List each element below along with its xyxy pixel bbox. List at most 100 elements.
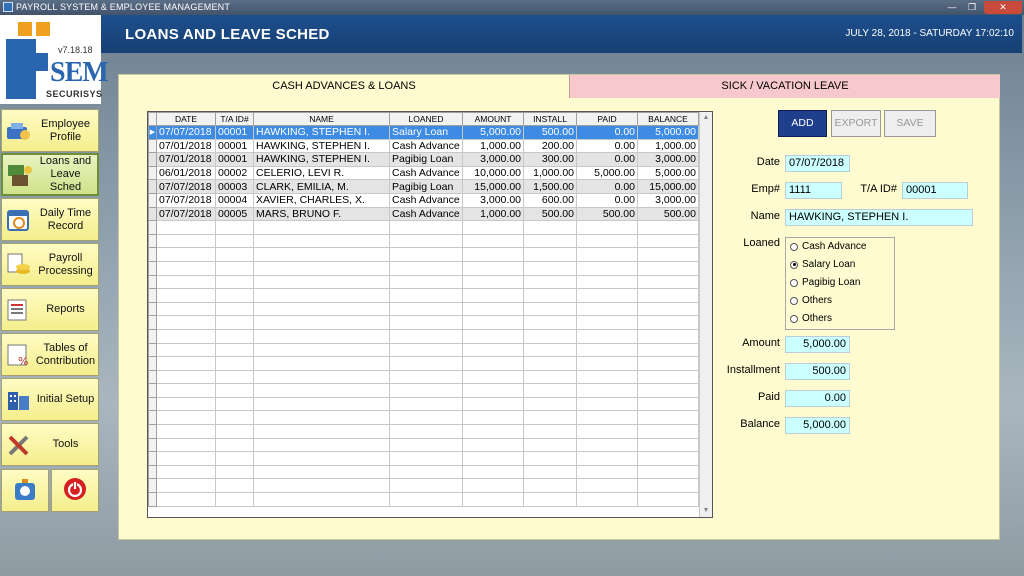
row-header[interactable]	[148, 369, 157, 385]
table-cell[interactable]	[156, 478, 216, 494]
grid-scrollbar[interactable]: ▲ ▼	[699, 112, 712, 517]
table-cell[interactable]	[462, 492, 524, 507]
row-header[interactable]	[148, 220, 157, 235]
table-cell[interactable]	[389, 220, 463, 235]
table-cell[interactable]	[576, 410, 638, 426]
table-cell[interactable]	[462, 396, 524, 412]
table-cell[interactable]: 00004	[215, 192, 254, 208]
balance-field[interactable]: 5,000.00	[785, 417, 850, 434]
table-row[interactable]	[148, 288, 699, 303]
table-cell[interactable]	[215, 492, 254, 507]
table-cell[interactable]	[253, 492, 390, 507]
table-cell[interactable]	[215, 328, 254, 344]
radio-salary-loan[interactable]: Salary Loan	[790, 259, 855, 270]
table-cell[interactable]	[637, 451, 699, 466]
table-cell[interactable]	[389, 247, 463, 262]
table-row[interactable]	[148, 301, 699, 317]
table-cell[interactable]	[389, 437, 463, 453]
table-cell[interactable]: 07/01/2018	[156, 152, 216, 167]
table-cell[interactable]	[637, 424, 699, 439]
table-cell[interactable]	[462, 464, 524, 480]
table-cell[interactable]: 1,000.00	[523, 165, 577, 181]
table-cell[interactable]	[462, 478, 524, 494]
table-cell[interactable]	[523, 437, 577, 453]
table-cell[interactable]	[389, 478, 463, 494]
table-cell[interactable]	[576, 424, 638, 439]
table-cell[interactable]	[462, 260, 524, 276]
table-cell[interactable]	[156, 424, 216, 439]
column-header[interactable]: T/A ID#	[215, 112, 254, 126]
table-cell[interactable]	[389, 424, 463, 439]
table-cell[interactable]	[637, 478, 699, 494]
table-cell[interactable]	[215, 260, 254, 276]
table-cell[interactable]: 15,000.00	[462, 179, 524, 194]
row-header[interactable]	[148, 301, 157, 317]
export-button[interactable]: EXPORT	[831, 110, 881, 137]
tab-cash-advances-loans[interactable]: CASH ADVANCES & LOANS	[119, 75, 569, 98]
table-cell[interactable]	[523, 342, 577, 358]
maximize-button[interactable]: ❐	[962, 1, 982, 14]
table-cell[interactable]	[215, 220, 254, 235]
table-cell[interactable]	[253, 288, 390, 303]
table-cell[interactable]	[156, 342, 216, 358]
table-cell[interactable]	[462, 342, 524, 358]
table-cell[interactable]	[156, 315, 216, 330]
table-cell[interactable]	[389, 260, 463, 276]
table-cell[interactable]	[253, 301, 390, 317]
row-header[interactable]	[148, 192, 157, 208]
table-cell[interactable]: 15,000.00	[637, 179, 699, 194]
table-cell[interactable]	[523, 328, 577, 344]
radio-cash-advance[interactable]: Cash Advance	[790, 241, 867, 252]
table-cell[interactable]	[576, 478, 638, 494]
table-cell[interactable]	[576, 315, 638, 330]
table-cell[interactable]: Cash Advance	[389, 206, 463, 222]
table-cell[interactable]	[637, 274, 699, 290]
table-cell[interactable]: CLARK, EMILIA, M.	[253, 179, 390, 194]
table-cell[interactable]: 200.00	[523, 138, 577, 154]
timer-button[interactable]	[1, 469, 49, 512]
table-cell[interactable]	[215, 342, 254, 358]
table-cell[interactable]	[576, 260, 638, 276]
table-cell[interactable]	[462, 315, 524, 330]
table-cell[interactable]	[523, 492, 577, 507]
sidebar-item-employee-profile[interactable]: Employee Profile	[1, 109, 99, 152]
table-cell[interactable]: 07/07/2018	[156, 192, 216, 208]
table-cell[interactable]	[156, 356, 216, 371]
sidebar-item-initial-setup[interactable]: Initial Setup	[1, 378, 99, 421]
table-cell[interactable]	[389, 410, 463, 426]
table-cell[interactable]	[215, 383, 254, 398]
table-cell[interactable]	[215, 356, 254, 371]
row-header[interactable]: ▶	[148, 125, 157, 140]
table-cell[interactable]	[637, 369, 699, 385]
row-header[interactable]	[148, 288, 157, 303]
table-cell[interactable]	[576, 396, 638, 412]
table-cell[interactable]	[576, 342, 638, 358]
table-row[interactable]	[148, 492, 699, 507]
table-cell[interactable]: 500.00	[523, 125, 577, 140]
scroll-down-icon[interactable]: ▼	[700, 505, 712, 517]
table-cell[interactable]	[523, 410, 577, 426]
row-header[interactable]	[148, 342, 157, 358]
column-header[interactable]: DATE	[156, 112, 216, 126]
table-cell[interactable]	[523, 478, 577, 494]
table-cell[interactable]: 00001	[215, 152, 254, 167]
row-header[interactable]	[148, 260, 157, 276]
table-cell[interactable]	[215, 396, 254, 412]
table-cell[interactable]	[156, 437, 216, 453]
table-row[interactable]	[148, 260, 699, 276]
table-cell[interactable]: Pagibig Loan	[389, 179, 463, 194]
table-cell[interactable]	[462, 424, 524, 439]
row-header[interactable]	[148, 396, 157, 412]
table-cell[interactable]: 0.00	[576, 152, 638, 167]
table-cell[interactable]	[215, 464, 254, 480]
table-cell[interactable]	[253, 247, 390, 262]
table-cell[interactable]	[576, 383, 638, 398]
column-header[interactable]: LOANED	[389, 112, 463, 126]
row-header[interactable]	[148, 165, 157, 181]
table-cell[interactable]: Salary Loan	[389, 125, 463, 140]
table-cell[interactable]	[462, 274, 524, 290]
table-cell[interactable]: 10,000.00	[462, 165, 524, 181]
table-row[interactable]	[148, 220, 699, 235]
table-row[interactable]	[148, 437, 699, 453]
table-cell[interactable]	[389, 356, 463, 371]
